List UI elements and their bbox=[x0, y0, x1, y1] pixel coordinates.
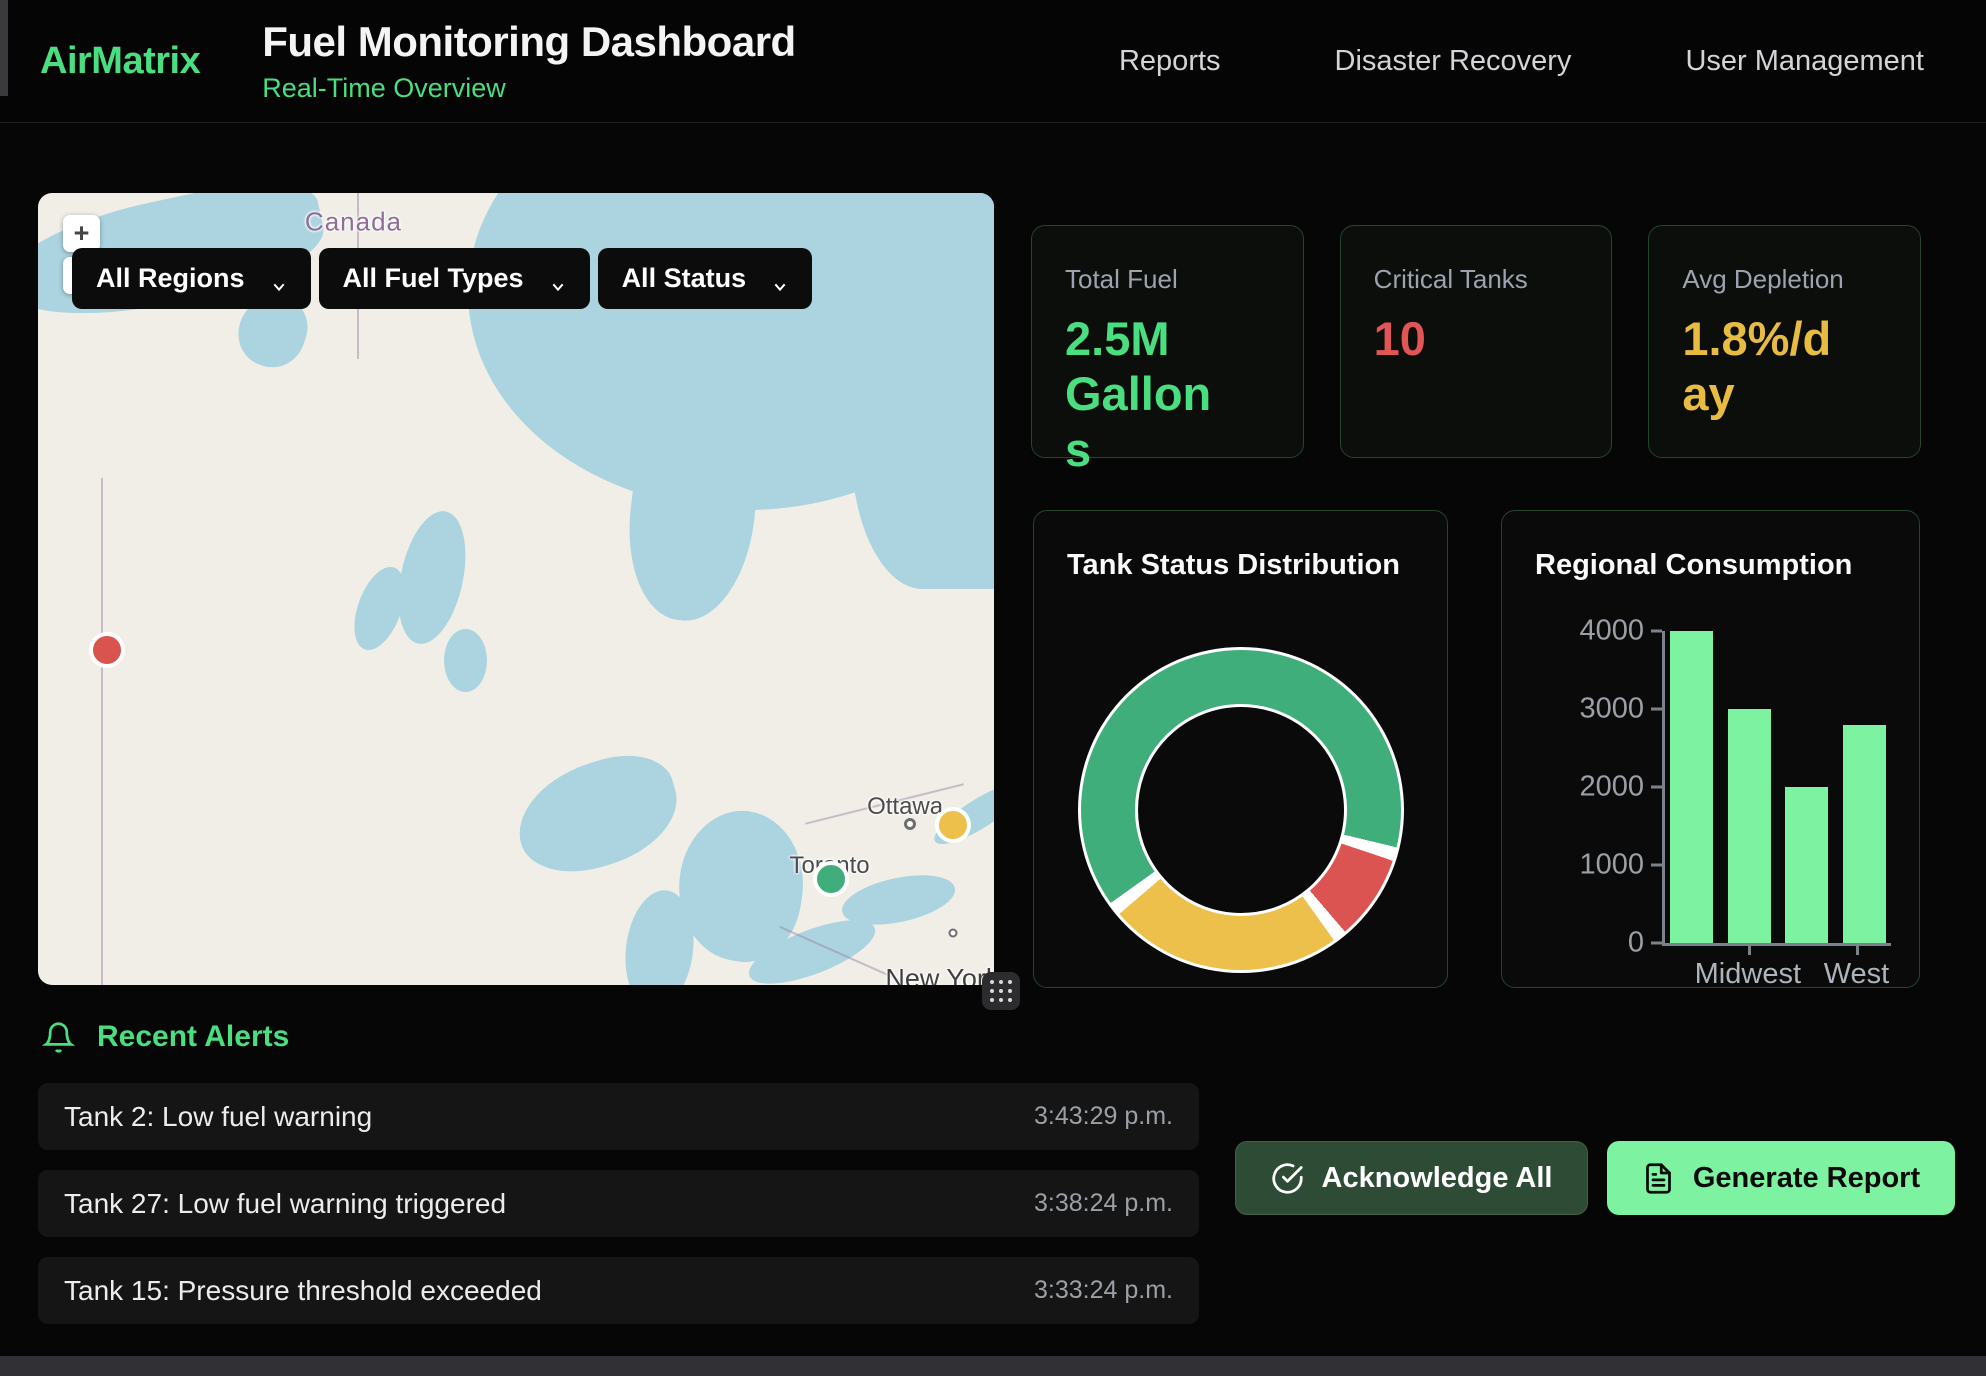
bar[interactable] bbox=[1785, 787, 1828, 943]
alert-row[interactable]: Tank 2: Low fuel warning 3:43:29 p.m. bbox=[38, 1083, 1199, 1150]
tank-status-donut[interactable] bbox=[1078, 647, 1404, 973]
generate-report-label: Generate Report bbox=[1693, 1162, 1920, 1195]
nav-item-reports[interactable]: Reports bbox=[1119, 45, 1221, 78]
filter-status-label: All Status bbox=[622, 263, 747, 294]
recent-alerts-header: Recent Alerts bbox=[42, 1020, 289, 1054]
bar[interactable] bbox=[1670, 631, 1713, 943]
alert-list: Tank 2: Low fuel warning 3:43:29 p.m. Ta… bbox=[38, 1083, 1199, 1324]
nav-item-user-management[interactable]: User Management bbox=[1685, 45, 1924, 78]
water-lake-superior bbox=[505, 743, 690, 887]
regional-consumption-card: Regional Consumption 01000200030004000 M… bbox=[1501, 510, 1920, 988]
map-boundary-line bbox=[101, 478, 103, 985]
header: AirMatrix Fuel Monitoring Dashboard Real… bbox=[0, 0, 1986, 123]
window-edge bbox=[0, 0, 8, 96]
filter-fuel-types-dropdown[interactable]: All Fuel Types bbox=[319, 248, 590, 309]
app-logo: AirMatrix bbox=[40, 40, 200, 83]
nav-item-disaster-recovery[interactable]: Disaster Recovery bbox=[1335, 45, 1572, 78]
y-tick-label: 0 bbox=[1628, 927, 1662, 960]
map-filters: All Regions All Fuel Types All Status bbox=[72, 248, 812, 309]
y-tick-label: 4000 bbox=[1579, 615, 1662, 648]
tank-status-title: Tank Status Distribution bbox=[1067, 549, 1400, 582]
page-subtitle: Real-Time Overview bbox=[262, 73, 795, 104]
x-tick bbox=[1781, 946, 1824, 992]
stat-value: 10 bbox=[1374, 311, 1544, 366]
recent-alerts-title: Recent Alerts bbox=[97, 1020, 289, 1054]
alert-message: Tank 2: Low fuel warning bbox=[64, 1101, 372, 1133]
x-tick: Midwest bbox=[1726, 946, 1769, 992]
alert-message: Tank 27: Low fuel warning triggered bbox=[64, 1188, 506, 1220]
x-tick: West bbox=[1835, 946, 1878, 992]
chevron-down-icon bbox=[271, 271, 287, 287]
page-title: Fuel Monitoring Dashboard bbox=[262, 18, 795, 66]
water-hudson-bay-east bbox=[851, 193, 994, 589]
acknowledge-all-button[interactable]: Acknowledge All bbox=[1235, 1141, 1588, 1215]
y-tick-label: 3000 bbox=[1579, 693, 1662, 726]
check-circle-icon bbox=[1271, 1162, 1304, 1195]
map-zoom-in-button[interactable]: + bbox=[63, 215, 100, 252]
bar[interactable] bbox=[1728, 709, 1771, 943]
ottawa-town-dot bbox=[904, 818, 916, 830]
stat-card-avg-depletion: Avg Depletion 1.8%/day bbox=[1648, 225, 1921, 458]
stat-label: Total Fuel bbox=[1065, 264, 1303, 295]
filter-regions-label: All Regions bbox=[96, 263, 245, 294]
bar-xlabels: Midwest West bbox=[1667, 946, 1883, 992]
map-label-canada: Canada bbox=[305, 206, 402, 237]
tank-marker-critical[interactable] bbox=[89, 632, 125, 668]
y-tick-label: 2000 bbox=[1579, 771, 1662, 804]
chevron-down-icon bbox=[550, 271, 566, 287]
tank-marker-normal[interactable] bbox=[813, 861, 849, 897]
water-lake bbox=[444, 629, 487, 692]
title-block: Fuel Monitoring Dashboard Real-Time Over… bbox=[262, 18, 795, 104]
window-bottom-bar bbox=[0, 1356, 1986, 1376]
filter-regions-dropdown[interactable]: All Regions bbox=[72, 248, 311, 309]
filter-status-dropdown[interactable]: All Status bbox=[598, 248, 813, 309]
stat-label: Critical Tanks bbox=[1374, 264, 1612, 295]
alert-time: 3:38:24 p.m. bbox=[1034, 1189, 1173, 1218]
stat-card-total-fuel: Total Fuel 2.5M Gallons bbox=[1031, 225, 1304, 458]
tank-marker-warning[interactable] bbox=[935, 807, 971, 843]
top-nav: Reports Disaster Recovery User Managemen… bbox=[1119, 45, 1924, 78]
generate-report-button[interactable]: Generate Report bbox=[1607, 1141, 1955, 1215]
town-dot bbox=[948, 928, 957, 937]
alert-row[interactable]: Tank 27: Low fuel warning triggered 3:38… bbox=[38, 1170, 1199, 1237]
drag-handle-icon[interactable] bbox=[982, 972, 1020, 1010]
file-text-icon bbox=[1642, 1162, 1675, 1195]
map[interactable]: Canada Ottawa Toronto New York + − All R… bbox=[38, 193, 994, 985]
bar-plot[interactable] bbox=[1662, 631, 1891, 946]
donut-hole bbox=[1135, 704, 1347, 916]
bar[interactable] bbox=[1843, 725, 1886, 943]
bar-yaxis: 01000200030004000 bbox=[1510, 631, 1662, 943]
stat-label: Avg Depletion bbox=[1682, 264, 1920, 295]
y-tick-label: 1000 bbox=[1579, 849, 1662, 882]
stat-cards: Total Fuel 2.5M Gallons Critical Tanks 1… bbox=[1031, 225, 1921, 458]
bell-icon bbox=[42, 1021, 75, 1054]
x-tick-label: West bbox=[1824, 958, 1890, 991]
acknowledge-all-label: Acknowledge All bbox=[1322, 1162, 1553, 1195]
chevron-down-icon bbox=[772, 271, 788, 287]
regional-consumption-title: Regional Consumption bbox=[1535, 549, 1852, 582]
map-label-new-york: New York bbox=[885, 964, 994, 985]
map-label-ottawa: Ottawa bbox=[867, 793, 943, 821]
tank-status-card: Tank Status Distribution bbox=[1033, 510, 1448, 988]
alert-time: 3:33:24 p.m. bbox=[1034, 1276, 1173, 1305]
stat-card-critical-tanks: Critical Tanks 10 bbox=[1340, 225, 1613, 458]
stat-value: 2.5M Gallons bbox=[1065, 311, 1235, 477]
alert-time: 3:43:29 p.m. bbox=[1034, 1102, 1173, 1131]
alert-row[interactable]: Tank 15: Pressure threshold exceeded 3:3… bbox=[38, 1257, 1199, 1324]
alert-message: Tank 15: Pressure threshold exceeded bbox=[64, 1275, 542, 1307]
filter-fuel-types-label: All Fuel Types bbox=[343, 263, 524, 294]
stat-value: 1.8%/day bbox=[1682, 311, 1852, 422]
